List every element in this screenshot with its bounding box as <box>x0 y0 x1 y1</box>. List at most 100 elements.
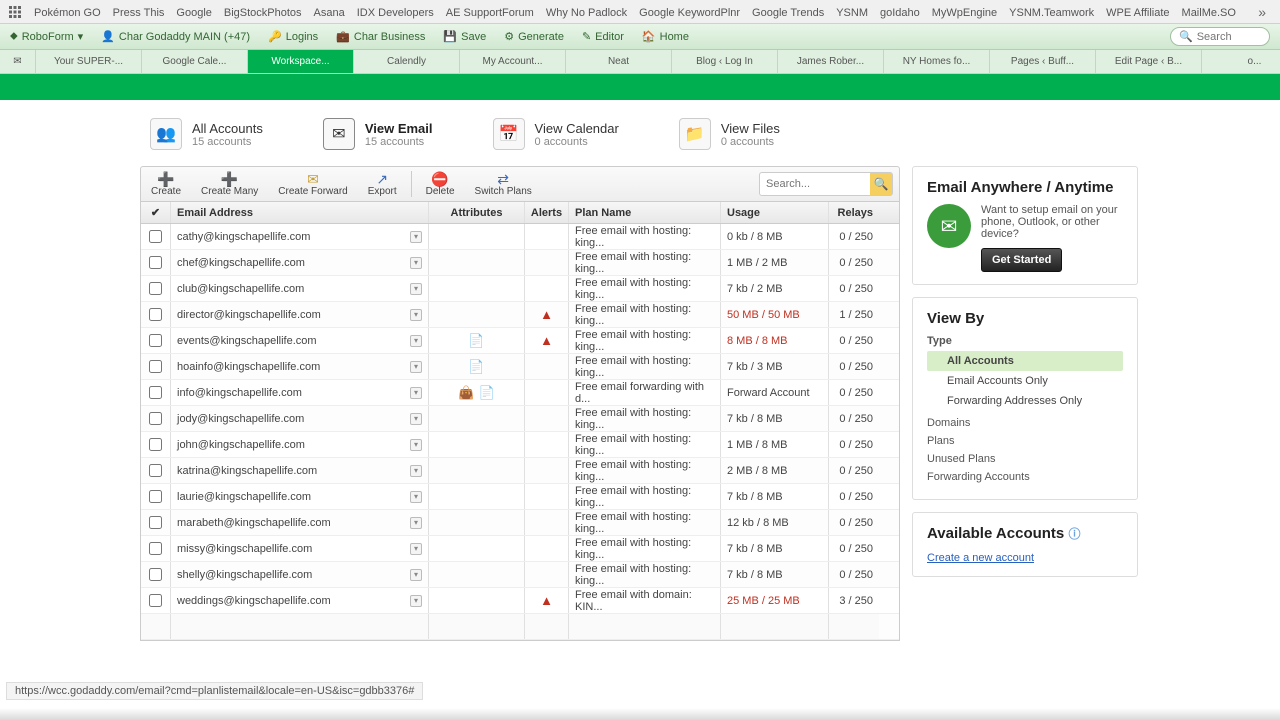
toolbar-search-input[interactable] <box>1197 31 1257 43</box>
nav-view-calendar[interactable]: 📅 View Calendar0 accounts <box>493 118 619 150</box>
row-checkbox[interactable] <box>149 334 162 347</box>
nav-view-files[interactable]: 📁 View Files0 accounts <box>679 118 780 150</box>
bookmark-item[interactable]: Why No Padlock <box>540 5 633 21</box>
col-alerts[interactable]: Alerts <box>525 202 569 223</box>
row-menu-button[interactable]: ▾ <box>410 283 422 295</box>
view-by-section[interactable]: Domains <box>927 417 1123 429</box>
nav-view-email[interactable]: ✉ View Email15 accounts <box>323 118 433 150</box>
table-search-input[interactable] <box>760 175 870 193</box>
view-by-filter[interactable]: Forwarding Addresses Only <box>927 391 1123 411</box>
row-menu-button[interactable]: ▾ <box>410 257 422 269</box>
row-checkbox[interactable] <box>149 542 162 555</box>
bookmark-item[interactable]: AE SupportForum <box>440 5 540 21</box>
table-row[interactable]: katrina@kingschapellife.com▾Free email w… <box>141 458 899 484</box>
table-row[interactable]: missy@kingschapellife.com▾Free email wit… <box>141 536 899 562</box>
row-menu-button[interactable]: ▾ <box>410 595 422 607</box>
row-checkbox[interactable] <box>149 412 162 425</box>
row-menu-button[interactable]: ▾ <box>410 361 422 373</box>
browser-tab[interactable]: My Account... <box>460 50 566 73</box>
home-button[interactable]: 🏠Home <box>642 30 689 43</box>
export-button[interactable]: ↗Export <box>358 167 407 201</box>
browser-tab[interactable]: Pages ‹ Buff... <box>990 50 1096 73</box>
roboform-menu[interactable]: ⬥RoboForm▾ <box>10 30 83 43</box>
row-checkbox[interactable] <box>149 516 162 529</box>
row-menu-button[interactable]: ▾ <box>410 387 422 399</box>
browser-tab[interactable]: Neat <box>566 50 672 73</box>
row-checkbox[interactable] <box>149 308 162 321</box>
logins-menu[interactable]: 🔑Logins <box>268 30 318 43</box>
table-row[interactable]: events@kingschapellife.com▾📄▲Free email … <box>141 328 899 354</box>
browser-tab[interactable]: Workspace... <box>248 50 354 73</box>
table-row[interactable]: jody@kingschapellife.com▾Free email with… <box>141 406 899 432</box>
bookmark-item[interactable]: Google KeywordPlnr <box>633 5 746 21</box>
save-button[interactable]: 💾Save <box>443 30 486 43</box>
delete-button[interactable]: ⛔Delete <box>416 167 465 201</box>
identity-menu[interactable]: 👤Char Godaddy MAIN (+47) <box>101 30 250 43</box>
table-row[interactable]: marabeth@kingschapellife.com▾Free email … <box>141 510 899 536</box>
info-icon[interactable]: ⓘ <box>1068 527 1080 541</box>
table-row[interactable]: weddings@kingschapellife.com▾▲Free email… <box>141 588 899 614</box>
view-by-section[interactable]: Plans <box>927 435 1123 447</box>
apps-icon[interactable] <box>8 5 22 19</box>
row-checkbox[interactable] <box>149 256 162 269</box>
view-by-filter[interactable]: Email Accounts Only <box>927 371 1123 391</box>
row-menu-button[interactable]: ▾ <box>410 491 422 503</box>
col-usage[interactable]: Usage <box>721 202 829 223</box>
row-checkbox[interactable] <box>149 568 162 581</box>
bookmarks-overflow[interactable]: » <box>1252 4 1272 20</box>
row-checkbox[interactable] <box>149 230 162 243</box>
bookmark-item[interactable]: Google Trends <box>746 5 830 21</box>
select-all-checkbox[interactable]: ✔ <box>141 202 171 223</box>
browser-tab[interactable]: Your SUPER-... <box>36 50 142 73</box>
row-checkbox[interactable] <box>149 464 162 477</box>
bookmark-item[interactable]: Asana <box>308 5 351 21</box>
row-menu-button[interactable]: ▾ <box>410 439 422 451</box>
editor-button[interactable]: ✎Editor <box>582 30 624 43</box>
create-account-link[interactable]: Create a new account <box>927 552 1034 564</box>
col-relays[interactable]: Relays <box>829 202 879 223</box>
table-row[interactable]: hoainfo@kingschapellife.com▾📄Free email … <box>141 354 899 380</box>
row-menu-button[interactable]: ▾ <box>410 413 422 425</box>
browser-tab[interactable]: Google Cale... <box>142 50 248 73</box>
generate-button[interactable]: ⚙Generate <box>504 30 564 43</box>
row-menu-button[interactable]: ▾ <box>410 569 422 581</box>
toolbar-search[interactable]: 🔍 <box>1170 27 1270 46</box>
create-many-button[interactable]: ➕Create Many <box>191 167 268 201</box>
get-started-button[interactable]: Get Started <box>981 248 1062 272</box>
row-menu-button[interactable]: ▾ <box>410 465 422 477</box>
row-menu-button[interactable]: ▾ <box>410 517 422 529</box>
row-menu-button[interactable]: ▾ <box>410 309 422 321</box>
bookmark-item[interactable]: MailMe.SO <box>1176 5 1242 21</box>
browser-tab[interactable]: NY Homes fo... <box>884 50 990 73</box>
row-checkbox[interactable] <box>149 490 162 503</box>
search-go-button[interactable]: 🔍 <box>870 173 892 195</box>
table-row[interactable]: club@kingschapellife.com▾Free email with… <box>141 276 899 302</box>
table-row[interactable]: cathy@kingschapellife.com▾Free email wit… <box>141 224 899 250</box>
row-checkbox[interactable] <box>149 360 162 373</box>
browser-tab[interactable]: Edit Page ‹ B... <box>1096 50 1202 73</box>
bookmark-item[interactable]: BigStockPhotos <box>218 5 308 21</box>
bookmark-item[interactable]: goIdaho <box>874 5 926 21</box>
browser-tab[interactable]: Calendly <box>354 50 460 73</box>
browser-tab[interactable]: Blog ‹ Log In <box>672 50 778 73</box>
table-row[interactable]: chef@kingschapellife.com▾Free email with… <box>141 250 899 276</box>
switch-plans-button[interactable]: ⇄Switch Plans <box>465 167 542 201</box>
bookmark-item[interactable]: YSNM <box>830 5 874 21</box>
bookmark-item[interactable]: YSNM.Teamwork <box>1003 5 1100 21</box>
view-by-section[interactable]: Forwarding Accounts <box>927 471 1123 483</box>
bookmark-item[interactable]: IDX Developers <box>351 5 440 21</box>
row-menu-button[interactable]: ▾ <box>410 543 422 555</box>
row-checkbox[interactable] <box>149 386 162 399</box>
view-by-section[interactable]: Unused Plans <box>927 453 1123 465</box>
nav-all-accounts[interactable]: 👥 All Accounts15 accounts <box>150 118 263 150</box>
bookmark-item[interactable]: Press This <box>107 5 171 21</box>
table-row[interactable]: director@kingschapellife.com▾▲Free email… <box>141 302 899 328</box>
create-button[interactable]: ➕Create <box>141 167 191 201</box>
business-menu[interactable]: 💼Char Business <box>336 30 425 43</box>
bookmark-item[interactable]: MyWpEngine <box>926 5 1003 21</box>
browser-tab[interactable]: o... <box>1202 50 1280 73</box>
bookmark-item[interactable]: Pokémon GO <box>28 5 107 21</box>
row-checkbox[interactable] <box>149 594 162 607</box>
bookmark-item[interactable]: Google <box>170 5 217 21</box>
row-menu-button[interactable]: ▾ <box>410 335 422 347</box>
